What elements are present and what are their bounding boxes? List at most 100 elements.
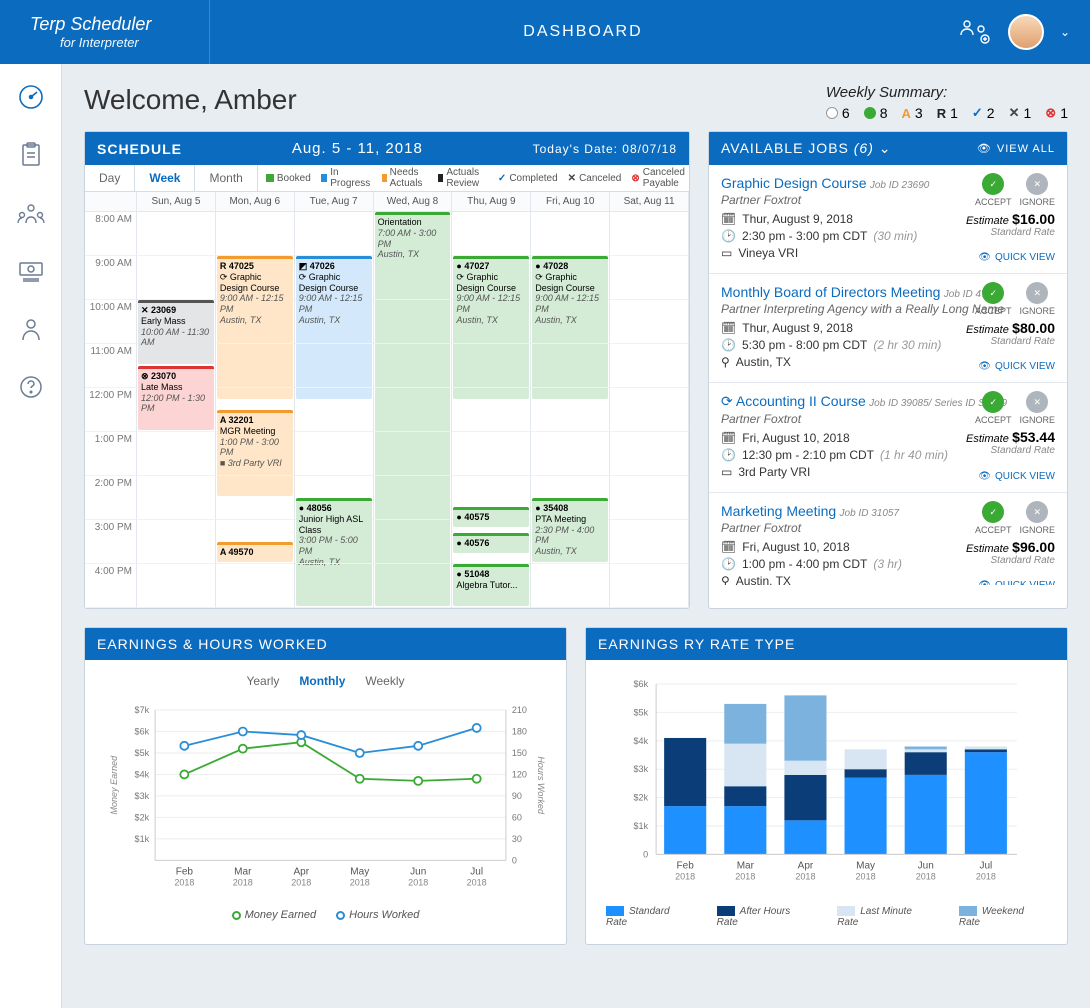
calendar-cell[interactable] — [374, 564, 453, 608]
accept-button[interactable]: ✓ACCEPT — [975, 501, 1012, 535]
calendar-cell[interactable] — [137, 212, 216, 256]
chart-tab[interactable]: Weekly — [365, 674, 404, 688]
calendar-cell[interactable] — [452, 432, 531, 476]
calendar-cell[interactable] — [531, 344, 610, 388]
view-tab-month[interactable]: Month — [195, 165, 257, 191]
calendar-cell[interactable] — [531, 388, 610, 432]
users-icon[interactable] — [956, 14, 992, 50]
calendar-cell[interactable] — [137, 256, 216, 300]
calendar-cell[interactable] — [295, 388, 374, 432]
calendar-cell[interactable]: ● 47027⟳ Graphic Design Course9:00 AM - … — [452, 256, 531, 300]
calendar-cell[interactable] — [137, 432, 216, 476]
calendar-cell[interactable] — [531, 564, 610, 608]
calendar-cell[interactable] — [452, 344, 531, 388]
avatar[interactable] — [1008, 14, 1044, 50]
calendar-cell[interactable] — [452, 388, 531, 432]
quick-view-link[interactable]: 👁 QUICK VIEW — [978, 361, 1055, 372]
job-title[interactable]: Marketing Meeting — [721, 503, 836, 519]
calendar-cell[interactable] — [137, 388, 216, 432]
calendar-cell[interactable]: A 32201MGR Meeting1:00 PM - 3:00 PM■ 3rd… — [216, 388, 295, 432]
ignore-button[interactable]: ✕IGNORE — [1019, 173, 1055, 207]
nav-profile-icon[interactable] — [16, 314, 46, 344]
calendar-cell[interactable]: ● 51048Algebra Tutor... — [452, 564, 531, 608]
calendar-cell[interactable] — [374, 432, 453, 476]
calendar-cell[interactable] — [295, 432, 374, 476]
nav-clipboard-icon[interactable] — [16, 140, 46, 170]
calendar-cell[interactable] — [374, 344, 453, 388]
calendar-cell[interactable] — [610, 256, 689, 300]
calendar-cell[interactable] — [137, 520, 216, 564]
ignore-button[interactable]: ✕IGNORE — [1019, 501, 1055, 535]
accept-button[interactable]: ✓ACCEPT — [975, 391, 1012, 425]
calendar-cell[interactable] — [610, 564, 689, 608]
calendar-cell[interactable]: A 49570 — [216, 520, 295, 564]
quick-view-link[interactable]: 👁 QUICK VIEW — [978, 580, 1055, 585]
view-all-link[interactable]: 👁VIEW ALL — [977, 142, 1055, 155]
calendar-cell[interactable]: ● 35408PTA Meeting2:30 PM - 4:00 PMAusti… — [531, 476, 610, 520]
calendar-cell[interactable] — [531, 300, 610, 344]
calendar-cell[interactable] — [374, 256, 453, 300]
calendar-cell[interactable] — [610, 520, 689, 564]
calendar-cell[interactable] — [610, 388, 689, 432]
calendar-cell[interactable]: ● 47028⟳ Graphic Design Course9:00 AM - … — [531, 256, 610, 300]
calendar-cell[interactable] — [295, 564, 374, 608]
calendar-event[interactable]: ● 51048Algebra Tutor... — [453, 564, 529, 606]
job-title[interactable]: Graphic Design Course — [721, 175, 867, 191]
calendar-cell[interactable]: ● 40576 — [452, 520, 531, 564]
calendar-cell[interactable] — [216, 212, 295, 256]
calendar-event[interactable]: A 49570 — [217, 542, 293, 562]
nav-payments-icon[interactable] — [16, 256, 46, 286]
calendar-cell[interactable] — [374, 388, 453, 432]
calendar-cell[interactable] — [295, 300, 374, 344]
svg-text:2018: 2018 — [174, 877, 194, 887]
nav-help-icon[interactable] — [16, 372, 46, 402]
calendar-cell[interactable] — [374, 476, 453, 520]
calendar-cell[interactable] — [295, 520, 374, 564]
view-tab-week[interactable]: Week — [135, 165, 195, 191]
quick-view-link[interactable]: 👁 QUICK VIEW — [978, 252, 1055, 263]
calendar-cell[interactable]: Orientation7:00 AM - 3:00 PMAustin, TX — [374, 212, 453, 256]
calendar-cell[interactable] — [216, 432, 295, 476]
calendar-cell[interactable]: ● 40575 — [452, 476, 531, 520]
calendar-cell[interactable] — [610, 212, 689, 256]
calendar-cell[interactable] — [295, 212, 374, 256]
calendar-cell[interactable] — [374, 520, 453, 564]
calendar-cell[interactable] — [452, 212, 531, 256]
chart-tab[interactable]: Yearly — [246, 674, 279, 688]
calendar-cell[interactable] — [610, 344, 689, 388]
ignore-button[interactable]: ✕IGNORE — [1019, 391, 1055, 425]
quick-view-link[interactable]: 👁 QUICK VIEW — [978, 471, 1055, 482]
calendar-cell[interactable] — [610, 476, 689, 520]
chevron-down-icon[interactable]: ⌄ — [1060, 25, 1070, 39]
nav-team-icon[interactable] — [16, 198, 46, 228]
calendar-cell[interactable] — [216, 476, 295, 520]
job-title[interactable]: Monthly Board of Directors Meeting — [721, 284, 940, 300]
calendar-cell[interactable] — [295, 344, 374, 388]
calendar-cell[interactable] — [216, 300, 295, 344]
calendar-cell[interactable] — [531, 432, 610, 476]
calendar-cell[interactable]: ⊗ 23070Late Mass12:00 PM - 1:30 PM — [137, 344, 216, 388]
calendar-cell[interactable]: ● 48056Junior High ASL Class3:00 PM - 5:… — [295, 476, 374, 520]
calendar-cell[interactable] — [452, 300, 531, 344]
accept-button[interactable]: ✓ACCEPT — [975, 282, 1012, 316]
calendar-cell[interactable] — [137, 564, 216, 608]
chart-tab[interactable]: Monthly — [299, 674, 345, 688]
calendar-cell[interactable] — [137, 476, 216, 520]
calendar-cell[interactable]: R 47025⟳ Graphic Design Course9:00 AM - … — [216, 256, 295, 300]
calendar-cell[interactable] — [374, 300, 453, 344]
chevron-down-icon[interactable]: ⌄ — [879, 140, 892, 156]
calendar-event[interactable]: ● 40576 — [453, 533, 529, 553]
ignore-button[interactable]: ✕IGNORE — [1019, 282, 1055, 316]
calendar-cell[interactable] — [610, 300, 689, 344]
job-title[interactable]: ⟳ Accounting II Course — [721, 393, 866, 409]
calendar-cell[interactable] — [216, 344, 295, 388]
nav-dashboard-icon[interactable] — [16, 82, 46, 112]
calendar-cell[interactable] — [531, 520, 610, 564]
calendar-cell[interactable]: ✕ 23069Early Mass10:00 AM - 11:30 AM — [137, 300, 216, 344]
view-tab-day[interactable]: Day — [85, 165, 135, 191]
calendar-cell[interactable] — [610, 432, 689, 476]
calendar-cell[interactable] — [531, 212, 610, 256]
accept-button[interactable]: ✓ACCEPT — [975, 173, 1012, 207]
calendar-cell[interactable] — [216, 564, 295, 608]
calendar-cell[interactable]: ◩ 47026⟳ Graphic Design Course9:00 AM - … — [295, 256, 374, 300]
